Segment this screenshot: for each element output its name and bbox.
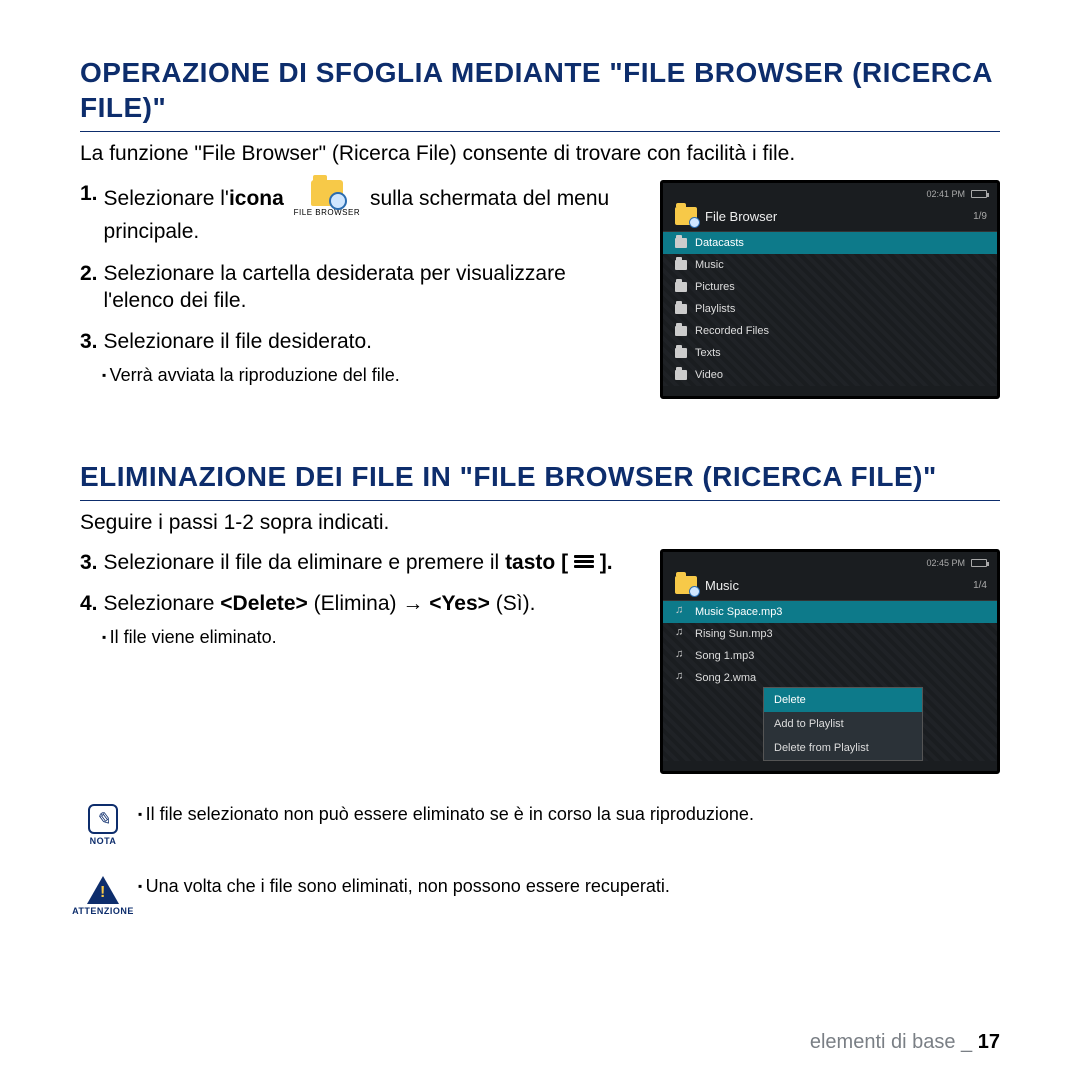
folder-search-icon [675,207,697,225]
section1-title: OPERAZIONE DI SFOGLIA MEDIANTE "FILE BRO… [80,55,1000,132]
step3-sub: Verrà avviata la riproduzione del file. [102,364,640,387]
note-nota: ✎ NOTA Il file selezionato non può esser… [80,804,1000,846]
menu-item-delete-playlist: Delete from Playlist [764,736,922,760]
step-num: 1. [80,180,98,246]
icon-caption: FILE BROWSER [294,208,360,218]
folder-icon [675,260,687,270]
battery-icon [971,559,987,567]
device-screenshot-1: 02:41 PM File Browser 1/9 Datacasts Musi… [660,180,1000,399]
warning-icon [87,876,119,904]
list-item: Pictures [663,276,997,298]
footer-section: elementi di base _ [810,1031,978,1053]
step1-icona: icona [229,187,284,210]
menu-item-add: Add to Playlist [764,712,922,736]
step-num: 3. [80,549,98,576]
folder-search-icon [311,180,343,206]
warning-text: Una volta che i file sono eliminati, non… [138,876,670,897]
list-item: Datacasts [663,232,997,254]
screenshot-title: File Browser [705,209,965,224]
section2-title: ELIMINAZIONE DEI FILE IN "FILE BROWSER (… [80,459,1000,501]
step3-text: Selezionare il file desiderato. [104,328,373,355]
folder-search-icon [675,576,697,594]
step-4: 4. Selezionare <Delete> (Elimina) → <Yes… [80,590,640,617]
screenshot-counter: 1/4 [973,580,987,591]
list-item: Playlists [663,298,997,320]
step1-text-a: Selezionare l' [104,187,229,210]
screenshot-title: Music [705,578,965,593]
music-icon [675,628,687,640]
warning-label: ATTENZIONE [72,906,134,916]
context-menu: Delete Add to Playlist Delete from Playl… [763,687,923,761]
folder-icon [675,238,687,248]
clock-icon: 02:41 PM [926,189,965,199]
step-num: 2. [80,260,98,315]
step-2: 2. Selezionare la cartella desiderata pe… [80,260,640,315]
note-label: NOTA [90,836,117,846]
folder-icon [675,304,687,314]
step3b-tasto: tasto [ [505,551,568,574]
step-3: 3. Selezionare il file desiderato. [80,328,640,355]
music-icon [675,672,687,684]
menu-item-delete: Delete [764,688,922,712]
note-text: Il file selezionato non può essere elimi… [138,804,754,825]
folder-icon [675,326,687,336]
menu-key-icon [574,555,594,571]
music-icon [675,650,687,662]
step-num: 4. [80,590,98,617]
step-num: 3. [80,328,98,355]
list-item: Rising Sun.mp3 [663,623,997,645]
step-1: 1. Selezionare l'icona FILE BROWSER sull… [80,180,640,246]
note-attenzione: ATTENZIONE Una volta che i file sono eli… [80,876,1000,916]
list-item: Music Space.mp3 [663,601,997,623]
file-browser-icon: FILE BROWSER [294,180,360,218]
step-3b: 3. Selezionare il file da eliminare e pr… [80,549,640,576]
section1-intro: La funzione "File Browser" (Ricerca File… [80,142,1000,166]
page-footer: elementi di base _ 17 [810,1031,1000,1054]
list-item: Recorded Files [663,320,997,342]
list-item: Song 2.wma [663,667,997,689]
folder-icon [675,348,687,358]
section2-followup: Seguire i passi 1-2 sopra indicati. [80,511,1000,535]
screenshot-counter: 1/9 [973,211,987,222]
list-item: Video [663,364,997,386]
page-number: 17 [978,1031,1000,1053]
step2-text: Selezionare la cartella desiderata per v… [104,260,640,315]
folder-icon [675,282,687,292]
note-icon: ✎ [88,804,118,834]
step4-sub: Il file viene eliminato. [102,626,640,649]
music-icon [675,606,687,618]
list-item: Texts [663,342,997,364]
folder-icon [675,370,687,380]
list-item: Music [663,254,997,276]
battery-icon [971,190,987,198]
step3b-close: ]. [600,551,613,574]
step3b-text-a: Selezionare il file da eliminare e preme… [104,551,500,574]
list-item: Song 1.mp3 [663,645,997,667]
device-screenshot-2: 02:45 PM Music 1/4 Music Space.mp3 Risin… [660,549,1000,774]
clock-icon: 02:45 PM [926,558,965,568]
